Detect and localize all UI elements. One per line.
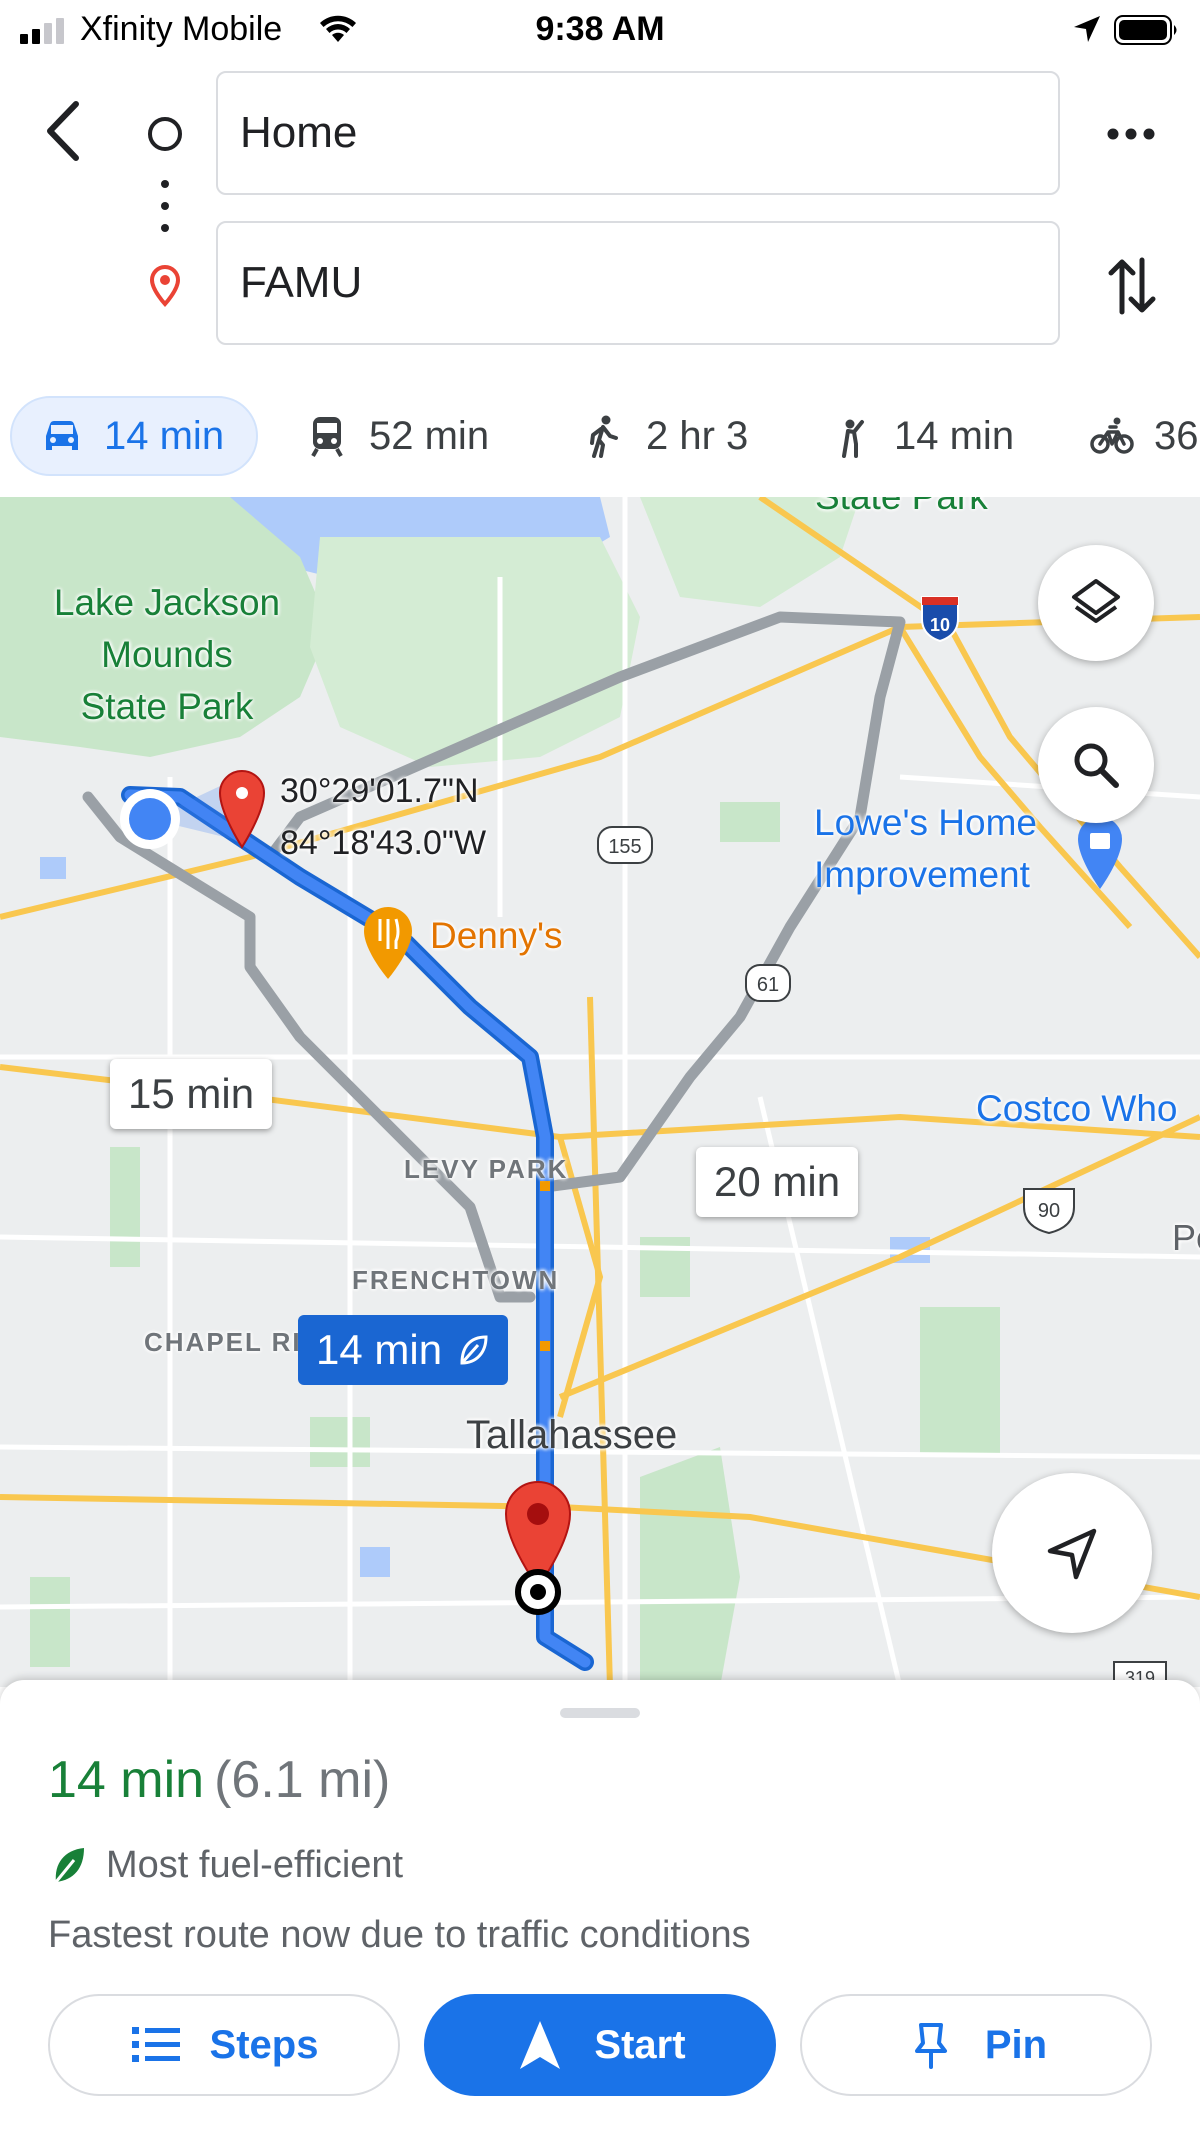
start-label: Start bbox=[594, 2022, 686, 2067]
green-block bbox=[110, 1147, 140, 1267]
water-spot bbox=[40, 857, 66, 879]
location-pin-icon bbox=[149, 264, 181, 307]
search-icon bbox=[1074, 743, 1119, 788]
alt-route-east-callout[interactable]: 20 min bbox=[696, 1147, 859, 1217]
destination-target-icon bbox=[515, 1569, 561, 1615]
list-icon bbox=[131, 2027, 180, 2062]
origin-circle-icon bbox=[148, 117, 182, 151]
current-location-dot bbox=[129, 798, 171, 840]
tab-ride-label: 14 min bbox=[894, 413, 1015, 458]
steps-label: Steps bbox=[209, 2022, 319, 2067]
tab-ride[interactable]: 14 min bbox=[830, 396, 1014, 476]
status-bar: Xfinity Mobile 9:38 AM bbox=[0, 0, 1200, 60]
eco-label: Most fuel-efficient bbox=[106, 1843, 404, 1886]
route-details-sheet: 14 min (6.1 mi) Most fuel-efficient Faste… bbox=[0, 1680, 1200, 2133]
tab-bike[interactable]: 36 bbox=[1090, 396, 1199, 476]
green-south bbox=[640, 1447, 740, 1687]
destination-input[interactable]: FAMU bbox=[216, 221, 1060, 345]
woods-green-area bbox=[310, 537, 640, 767]
sr61-label: 61 bbox=[757, 974, 779, 996]
tab-transit-label: 52 min bbox=[369, 413, 490, 458]
i10-label: 10 bbox=[930, 615, 950, 635]
dropped-pin-coordinates[interactable]: 30°29'01.7"N 84°18'43.0"W bbox=[280, 765, 486, 869]
location-arrow-icon bbox=[1074, 16, 1100, 42]
layers-button[interactable] bbox=[1038, 545, 1154, 661]
bicycle-icon bbox=[1090, 417, 1134, 454]
walking-icon bbox=[590, 415, 618, 458]
swap-directions-button[interactable] bbox=[1106, 254, 1158, 318]
green-block bbox=[720, 802, 780, 842]
selected-route-time: 14 min bbox=[316, 1326, 443, 1373]
eco-badge: Most fuel-efficient bbox=[50, 1840, 403, 1890]
more-options-button[interactable] bbox=[1104, 116, 1158, 152]
drag-handle[interactable] bbox=[560, 1708, 640, 1718]
layers-icon bbox=[1072, 579, 1120, 623]
steps-button[interactable]: Steps bbox=[48, 1994, 400, 2096]
tab-drive[interactable]: 14 min bbox=[10, 396, 258, 476]
leaf-icon bbox=[54, 1848, 84, 1883]
selected-route-callout[interactable]: 14 min bbox=[298, 1315, 509, 1385]
travel-mode-tabs: 14 min 52 min 2 hr 3 14 min 36 bbox=[0, 380, 1200, 490]
chapel-label: CHAPEL RI bbox=[144, 1327, 302, 1357]
search-along-route-button[interactable] bbox=[1038, 707, 1154, 823]
costco-label[interactable]: Costco Who bbox=[976, 1083, 1178, 1135]
park-name-label: Lake Jackson Mounds State Park bbox=[53, 582, 281, 727]
dennys-label[interactable]: Denny's bbox=[430, 915, 563, 957]
route-distance: (6.1 mi) bbox=[214, 1751, 391, 1809]
lowes-label[interactable]: Lowe's Home Improvement bbox=[814, 797, 1037, 901]
park-top-label: State Park bbox=[815, 497, 988, 523]
levy-park-label: LEVY PARK bbox=[404, 1154, 569, 1184]
route-summary: 14 min (6.1 mi) bbox=[48, 1750, 390, 1810]
train-icon bbox=[311, 417, 343, 457]
tallahassee-label: Tallahassee bbox=[466, 1413, 678, 1457]
route-reason: Fastest route now due to traffic conditi… bbox=[48, 1914, 751, 1956]
restaurant-marker-icon bbox=[364, 907, 412, 979]
tab-walk-label: 2 hr 3 bbox=[646, 413, 749, 458]
route-duration: 14 min bbox=[48, 1751, 205, 1809]
map-view[interactable]: 10 155 61 90 319 Lake Jackson Mounds Sta… bbox=[0, 497, 1200, 1687]
alt-route-west-callout[interactable]: 15 min bbox=[110, 1059, 273, 1129]
clock-time: 9:38 AM bbox=[535, 10, 665, 48]
start-button[interactable]: Start bbox=[424, 1994, 776, 2096]
water-spot bbox=[360, 1547, 390, 1577]
edge-place-label: Pe bbox=[1172, 1217, 1200, 1258]
interstate-10-shield: 10 bbox=[921, 596, 959, 643]
pin-label: Pin bbox=[984, 2022, 1048, 2067]
leaf-icon bbox=[460, 1335, 488, 1365]
green-block bbox=[310, 1417, 370, 1467]
hail-icon bbox=[842, 419, 864, 458]
frenchtown-label: FRENCHTOWN bbox=[352, 1265, 560, 1295]
state-road-155-shield: 155 bbox=[597, 826, 653, 864]
us90-label: 90 bbox=[1038, 1200, 1060, 1222]
tab-bike-label: 36 bbox=[1154, 413, 1199, 458]
navigation-arrow-icon bbox=[1047, 1528, 1097, 1580]
tab-drive-label: 14 min bbox=[104, 413, 225, 458]
route-connector-dots bbox=[161, 180, 169, 232]
green-block bbox=[920, 1307, 1000, 1457]
green-block bbox=[30, 1577, 70, 1667]
back-button[interactable] bbox=[38, 96, 88, 166]
pushpin-icon bbox=[914, 2023, 947, 2069]
sr155-label: 155 bbox=[608, 836, 641, 858]
tab-transit[interactable]: 52 min bbox=[305, 396, 489, 476]
origin-input[interactable]: Home bbox=[216, 71, 1060, 195]
tab-walk[interactable]: 2 hr 3 bbox=[582, 396, 748, 476]
pin-button[interactable]: Pin bbox=[800, 1994, 1152, 2096]
navigation-icon bbox=[520, 2021, 561, 2069]
battery-icon bbox=[1114, 15, 1177, 45]
us-90-shield: 90 bbox=[1023, 1188, 1075, 1235]
car-icon bbox=[46, 421, 78, 450]
state-road-61-shield: 61 bbox=[745, 964, 791, 1002]
recenter-button[interactable] bbox=[992, 1473, 1152, 1633]
